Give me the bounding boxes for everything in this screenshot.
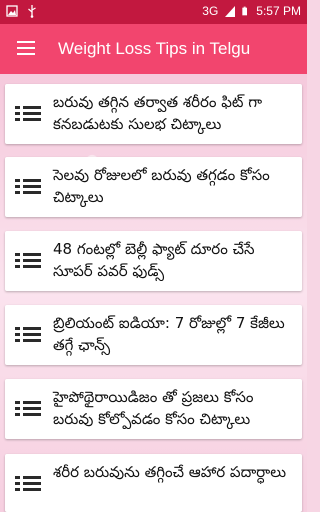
list-item[interactable]: 48 గంటల్లో బెల్లీ ఫ్యాట్ దూరం చేసే సూపర్… <box>5 231 302 291</box>
list-item-title: బరువు తగ్గిన తర్వాత శరీరం ఫిట్ గా కనబడుట… <box>53 93 263 133</box>
list-item-title: 48 గంటల్లో బెల్లీ ఫ్యాట్ దూరం చేసే సూపర్… <box>53 240 255 280</box>
network-type: 3G <box>202 4 219 18</box>
status-bar: 3G 5:57 PM <box>0 0 307 24</box>
list-item[interactable]: సెలవు రోజులలో బరువు తగ్గడం కోసం చిట్కాలు <box>5 157 302 217</box>
usb-icon <box>28 5 36 18</box>
list-lines-icon <box>15 327 41 347</box>
image-notification-icon <box>6 5 18 17</box>
list-item-title: బ్రిలియంట్ ఐడియా: 7 రోజుల్లో 7 కేజీలు తగ… <box>53 314 285 354</box>
list-lines-icon <box>15 106 41 126</box>
hamburger-menu-icon[interactable] <box>17 41 35 55</box>
list-item[interactable]: హైపోథైరాయిడిజం తో ప్రజలు కోసం బరువు కోల్… <box>5 379 302 439</box>
list-item-title: శరీర బరువును తగ్గించే ఆహార పదార్ధాలు <box>53 463 287 481</box>
list-item[interactable]: బ్రిలియంట్ ఐడియా: 7 రోజుల్లో 7 కేజీలు తగ… <box>5 305 302 365</box>
list-lines-icon <box>15 476 41 496</box>
list-lines-icon <box>15 179 41 199</box>
list-item[interactable]: శరీర బరువును తగ్గించే ఆహార పదార్ధాలు <box>5 454 302 512</box>
signal-icon <box>225 6 236 17</box>
app-bar: Weight Loss Tips in Telgu <box>0 24 307 74</box>
list-item[interactable]: బరువు తగ్గిన తర్వాత శరీరం ఫిట్ గా కనబడుట… <box>5 84 302 144</box>
app-title: Weight Loss Tips in Telgu <box>58 39 251 58</box>
battery-icon <box>242 6 248 16</box>
list-item-title: హైపోథైరాయిడిజం తో ప్రజలు కోసం బరువు కోల్… <box>53 388 254 428</box>
list-lines-icon <box>15 253 41 273</box>
clock: 5:57 PM <box>256 4 301 18</box>
list-lines-icon <box>15 401 41 421</box>
list-item-title: సెలవు రోజులలో బరువు తగ్గడం కోసం చిట్కాలు <box>53 166 270 206</box>
